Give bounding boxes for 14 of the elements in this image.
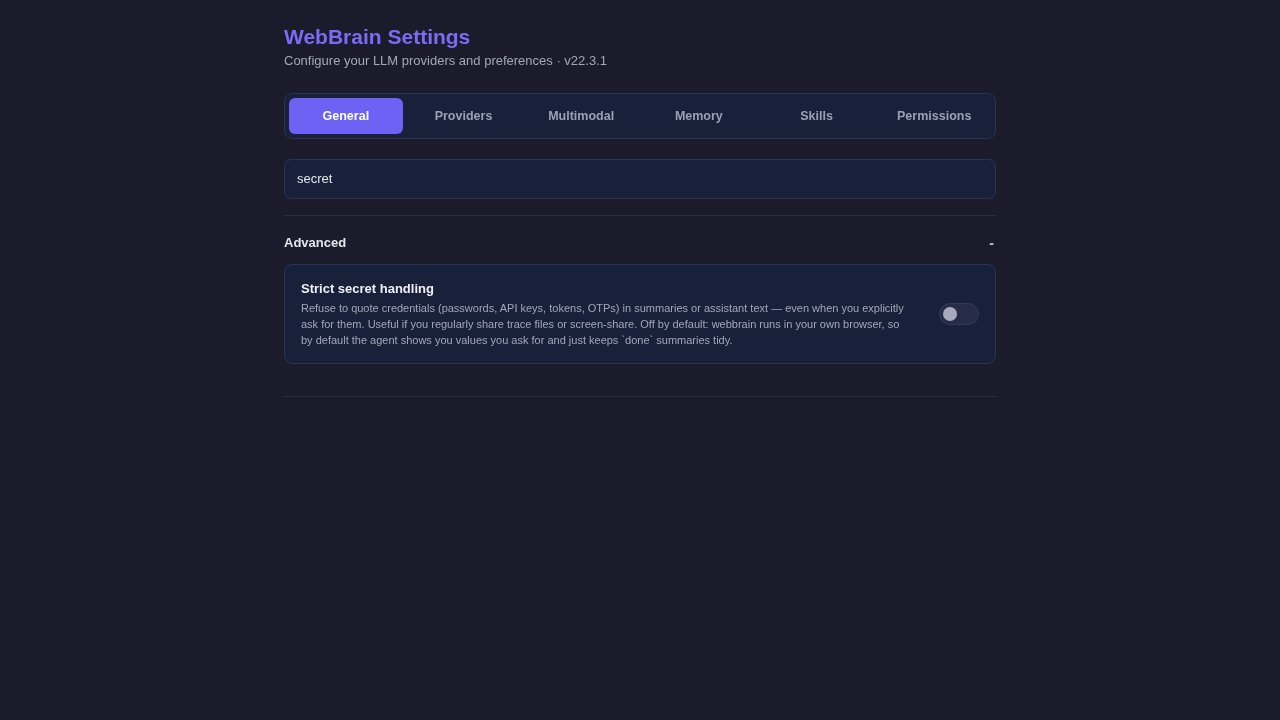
page-title: WebBrain Settings xyxy=(284,24,472,50)
setting-title: Strict secret handling xyxy=(301,280,435,299)
section-title: Advanced xyxy=(284,233,347,252)
settings-tab[interactable]: Memory xyxy=(642,97,756,135)
collapse-toggle[interactable]: - xyxy=(987,235,996,250)
setting-description: Refuse to quote credentials (passwords, API keys, tokens, OTPs) in summaries or assistant text — even when you explicitly ask for them. Useful if you regularly share trace files or screen-share. Off by default: webbrain runs in your own browser, so by default the agent shows you values you ask for and just keeps `done` summaries tidy. xyxy=(301,300,905,348)
settings-tab[interactable]: Skills xyxy=(759,97,874,135)
toggle-switch[interactable] xyxy=(939,303,979,326)
search-field[interactable]: secret xyxy=(284,159,996,199)
settings-tab[interactable]: General xyxy=(289,97,403,135)
settings-tab[interactable]: Multimodal xyxy=(524,97,638,135)
page-subtitle: Configure your LLM providers and preferences · v22.3.1 xyxy=(284,52,608,71)
settings-tab[interactable]: Providers xyxy=(406,97,521,135)
settings-tab[interactable]: Permissions xyxy=(877,97,992,135)
